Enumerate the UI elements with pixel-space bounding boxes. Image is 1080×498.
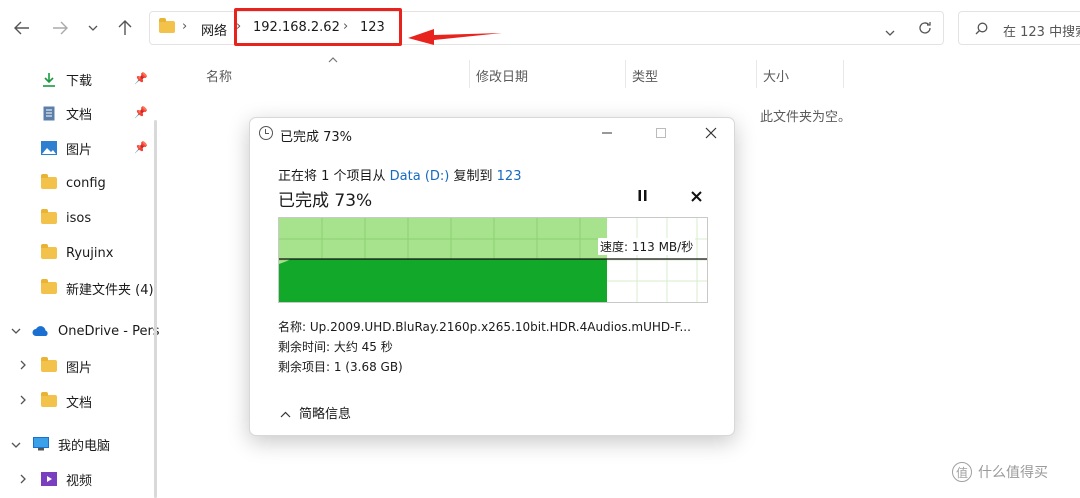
column-header-name[interactable]: 名称 [206,66,232,85]
speed-graph [278,217,708,303]
expand-this-pc-button[interactable] [11,438,21,451]
sidebar-item-onedrive-pictures[interactable]: 图片 [40,351,92,381]
sidebar-item-this-pc[interactable]: 我的电脑 [32,429,110,459]
column-header-type[interactable]: 类型 [632,66,658,85]
close-window-button[interactable] [696,122,726,144]
up-button[interactable] [112,14,138,42]
cancel-button[interactable] [691,188,702,206]
chevron-right-icon [20,360,26,370]
forward-button[interactable] [47,14,73,42]
sidebar-item-isos[interactable]: isos [40,203,91,233]
recent-locations-button[interactable] [80,14,106,42]
watermark: 值什么值得买 [952,462,1048,482]
speed-area [279,259,607,302]
pause-icon [638,190,647,201]
fewer-details-button[interactable]: 简略信息 [280,403,351,422]
sidebar-item-config[interactable]: config [40,168,106,198]
folder-icon [40,279,58,296]
close-icon [705,127,717,139]
folder-icon [40,209,58,226]
search-placeholder: 在 123 中搜索 [1003,25,1080,40]
folder-icon [159,18,175,33]
pause-button[interactable] [638,190,647,205]
sort-ascending-icon [328,57,338,63]
chevron-right-icon [20,474,26,484]
folder-icon [40,392,58,409]
column-header-size[interactable]: 大小 [763,66,789,85]
chevron-right-icon [20,395,26,405]
sidebar-item-pictures[interactable]: 图片 [40,133,92,163]
chevron-down-icon [885,30,895,36]
close-icon [691,191,702,202]
clock-icon [259,126,273,140]
copy-progress-dialog: 已完成 73% 正在将 1 个项目从 Data (D:) 复制到 123 已完成… [249,117,735,436]
sidebar-item-new-folder-4[interactable]: 新建文件夹 (4) [40,273,154,303]
chevron-down-icon [11,442,21,448]
file-name-line: 名称: Up.2009.UHD.BluRay.2160p.x265.10bit.… [278,320,691,334]
document-icon [40,105,58,121]
arrow-up-icon [118,20,132,35]
breadcrumb-network[interactable]: 网络 [201,20,227,39]
minimize-icon [602,132,612,134]
sidebar-item-documents[interactable]: 文档 [40,98,92,128]
search-icon [975,22,988,35]
expand-onedrive-pictures-button[interactable] [20,360,26,373]
expand-onedrive-button[interactable] [11,324,21,337]
destination-link[interactable]: 123 [497,169,522,184]
dialog-title: 已完成 73% [280,130,353,145]
chevron-up-icon [280,411,291,418]
items-remaining-line: 剩余项目: 1 (3.68 GB) [278,360,403,374]
graph-empty-gridlines [607,218,707,302]
sidebar-item-ryujinx[interactable]: Ryujinx [40,238,113,268]
picture-icon [40,140,58,156]
expand-onedrive-documents-button[interactable] [20,395,26,408]
maximize-icon [656,128,666,138]
pin-icon[interactable]: 📌 [134,106,148,119]
back-button[interactable] [9,14,35,42]
speed-graph-canvas [279,218,707,302]
refresh-icon [919,22,931,34]
navigation-bar: › 网络 › 192.168.2.62 › 123 在 123 中搜索 [0,0,1080,58]
watermark-logo-icon: 值 [952,462,972,482]
source-link[interactable]: Data (D:) [390,169,450,184]
arrow-left-icon [14,21,29,35]
pin-icon[interactable]: 📌 [134,72,148,85]
speed-label: 速度: 113 MB/秒 [598,238,696,255]
maximize-button[interactable] [646,122,676,144]
time-remaining-line: 剩余时间: 大约 45 秒 [278,340,393,354]
address-dropdown-button[interactable] [885,25,895,40]
folder-icon [40,357,58,374]
chevron-down-icon [88,25,98,31]
expand-videos-button[interactable] [20,474,26,487]
refresh-button[interactable] [918,21,932,39]
pin-icon[interactable]: 📌 [134,141,148,154]
progress-percent: 已完成 73% [278,191,373,211]
arrow-right-icon [53,21,68,35]
annotation-arrow-icon [408,29,502,45]
chevron-down-icon [11,328,21,334]
column-header-date-modified[interactable]: 修改日期 [476,66,528,85]
video-icon [40,471,58,487]
cloud-icon [32,323,50,339]
sidebar-item-downloads[interactable]: 下载 [40,64,92,94]
monitor-icon [32,436,50,452]
sidebar-scrollbar[interactable] [154,120,157,498]
download-icon [40,71,58,87]
folder-icon [40,244,58,261]
annotation-highlight-box [234,8,402,46]
sidebar-item-onedrive-documents[interactable]: 文档 [40,386,92,416]
navigation-pane: 下载 📌 文档 📌 图片 📌 config isos Ryujinx 新建文件夹… [0,58,160,498]
folder-icon [40,174,58,191]
minimize-button[interactable] [592,122,622,144]
copy-description: 正在将 1 个项目从 Data (D:) 复制到 123 [278,169,522,184]
empty-folder-message: 此文件夹为空。 [760,110,852,125]
sidebar-item-onedrive[interactable]: OneDrive - Pers [32,316,160,346]
search-box[interactable]: 在 123 中搜索 [958,11,1080,45]
sidebar-item-videos[interactable]: 视频 [40,464,92,494]
